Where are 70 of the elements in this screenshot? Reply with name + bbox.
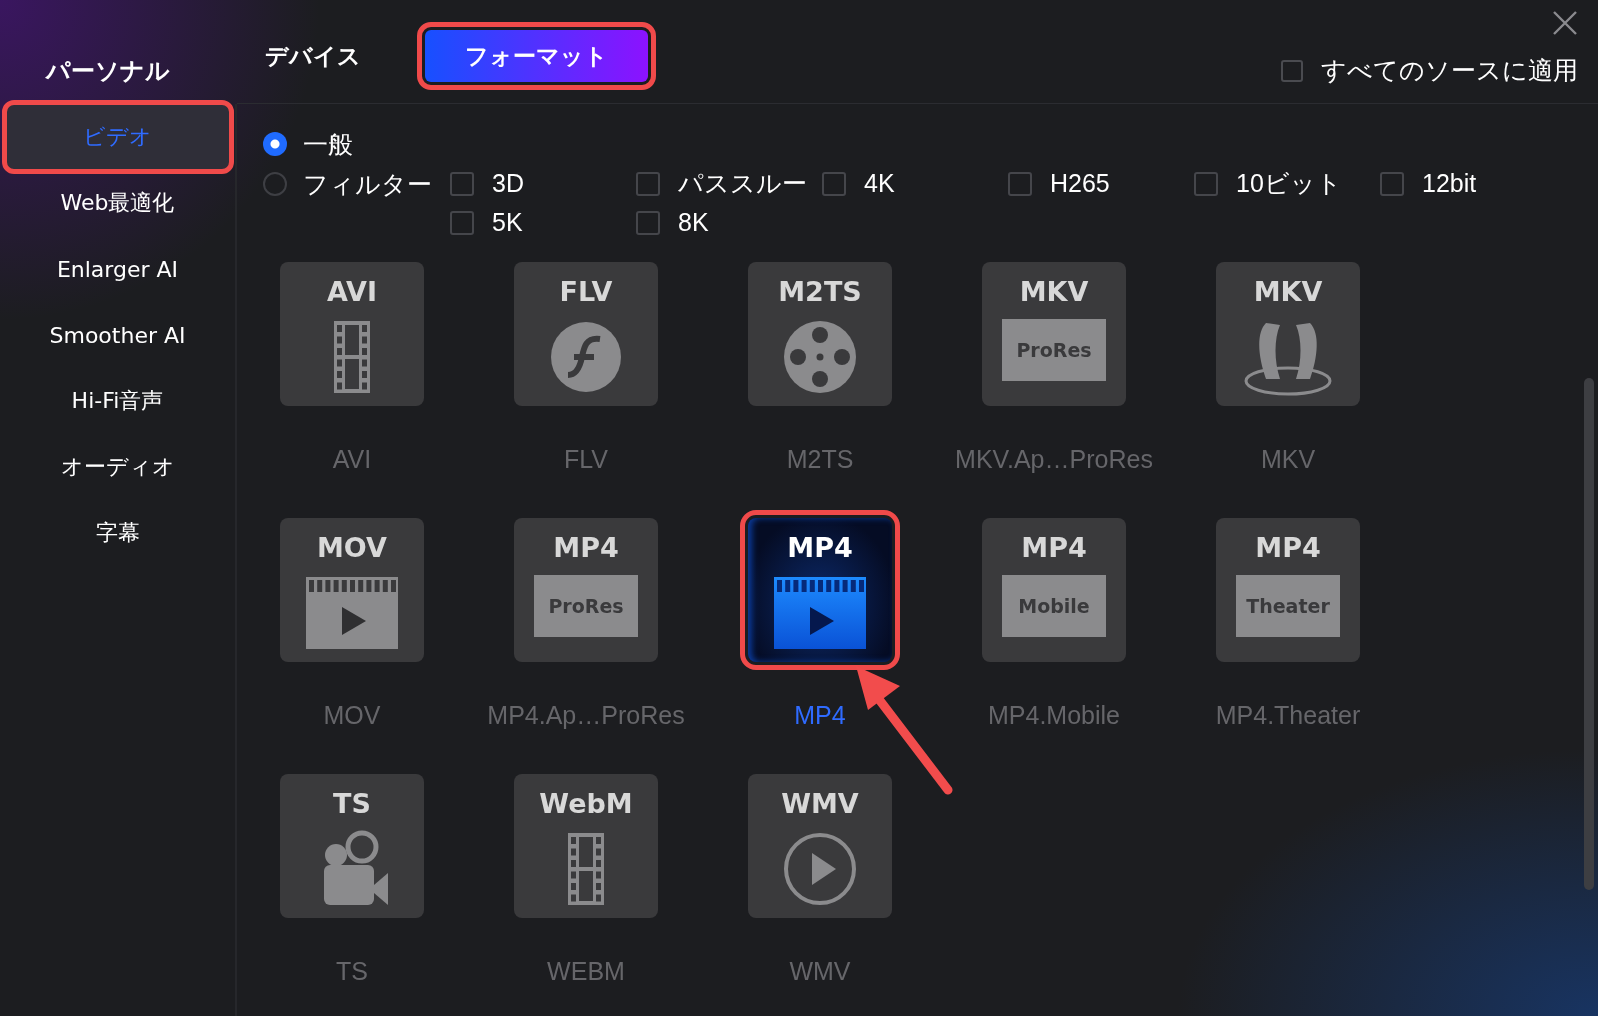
flash-logo-icon bbox=[551, 322, 621, 392]
checkbox[interactable] bbox=[822, 171, 846, 196]
radio-label: フィルター bbox=[303, 168, 432, 200]
format-label: TS bbox=[336, 956, 368, 986]
format-label: MP4 bbox=[794, 700, 846, 730]
format-tile[interactable]: FLV bbox=[514, 262, 658, 406]
clapperboard-icon bbox=[774, 577, 866, 649]
section-title: パーソナル bbox=[46, 56, 170, 86]
radio-button[interactable] bbox=[263, 172, 287, 196]
format-tile[interactable]: M2TS bbox=[748, 262, 892, 406]
format-label: AVI bbox=[332, 444, 372, 474]
format-tile[interactable]: MP4 Mobile bbox=[982, 518, 1126, 662]
format-tile[interactable]: TS bbox=[280, 774, 424, 918]
checkbox[interactable] bbox=[1194, 171, 1218, 196]
format-label: MP4.Ap…ProRes bbox=[487, 700, 685, 730]
sidebar-item[interactable]: Web最適化 bbox=[5, 170, 230, 236]
theater-masks-icon bbox=[1244, 323, 1332, 396]
badge-label: Mobile bbox=[1002, 575, 1106, 637]
format-tile[interactable]: MP4 Theater bbox=[1216, 518, 1360, 662]
format-tile[interactable]: AVI bbox=[280, 262, 424, 406]
close-icon[interactable] bbox=[1552, 10, 1578, 36]
checkbox-label: 5K bbox=[492, 208, 523, 237]
badge-label: ProRes bbox=[534, 575, 638, 637]
play-circle-icon bbox=[784, 833, 856, 905]
format-label: M2TS bbox=[786, 444, 854, 474]
format-label: MKV.Ap…ProRes bbox=[955, 444, 1153, 474]
checkbox-label: 12bit bbox=[1422, 169, 1477, 198]
film-strip-icon bbox=[568, 833, 604, 905]
badge-label: ProRes bbox=[1002, 319, 1106, 381]
sidebar-item[interactable]: Enlarger AI bbox=[5, 236, 230, 302]
checkbox-label: 8K bbox=[678, 208, 709, 237]
format-label: MP4.Mobile bbox=[988, 700, 1120, 730]
sidebar-item[interactable]: オーディオ bbox=[5, 434, 230, 500]
checkbox[interactable] bbox=[450, 210, 474, 235]
format-tile[interactable]: MKV ProRes bbox=[982, 262, 1126, 406]
radio-button[interactable] bbox=[263, 132, 287, 156]
format-label: WEBM bbox=[547, 956, 625, 986]
format-label: MKV bbox=[1260, 444, 1316, 474]
film-strip-icon bbox=[334, 321, 370, 393]
format-label: MOV bbox=[323, 700, 381, 730]
clapperboard-icon bbox=[306, 577, 398, 649]
checkbox-label: パススルー bbox=[678, 168, 807, 199]
sidebar-item[interactable]: Smoother AI bbox=[5, 302, 230, 368]
format-tile[interactable]: MOV bbox=[280, 518, 424, 662]
checkbox[interactable] bbox=[1008, 171, 1032, 196]
radio-label: 一般 bbox=[303, 128, 353, 160]
format-tile[interactable]: WebM bbox=[514, 774, 658, 918]
checkbox-label: すべてのソースに適用 bbox=[1321, 55, 1578, 86]
scrollbar[interactable] bbox=[1584, 378, 1594, 890]
format-tile[interactable]: MP4 ProRes bbox=[514, 518, 658, 662]
film-reel-icon bbox=[784, 321, 856, 393]
checkbox-label: 10ビット bbox=[1236, 168, 1342, 199]
checkbox[interactable] bbox=[450, 171, 474, 196]
sidebar-item[interactable]: Hi-Fi音声 bbox=[5, 368, 230, 434]
badge-label: Theater bbox=[1236, 575, 1340, 637]
format-tile[interactable]: WMV bbox=[748, 774, 892, 918]
checkbox-label: H265 bbox=[1050, 169, 1110, 198]
checkbox[interactable] bbox=[1380, 171, 1404, 196]
video-camera-icon bbox=[324, 830, 388, 905]
format-label: FLV bbox=[564, 444, 608, 474]
format-label: MP4.Theater bbox=[1215, 700, 1361, 730]
checkbox[interactable] bbox=[636, 171, 660, 196]
sidebar-item[interactable]: 字幕 bbox=[5, 500, 230, 566]
checkbox[interactable] bbox=[636, 210, 660, 235]
tab[interactable]: デバイス bbox=[261, 30, 365, 82]
format-label: WMV bbox=[789, 956, 851, 986]
checkbox-label: 4K bbox=[864, 169, 895, 198]
checkbox-label: 3D bbox=[492, 169, 524, 198]
checkbox[interactable] bbox=[1281, 59, 1303, 82]
format-tile[interactable]: MKV bbox=[1216, 262, 1360, 406]
